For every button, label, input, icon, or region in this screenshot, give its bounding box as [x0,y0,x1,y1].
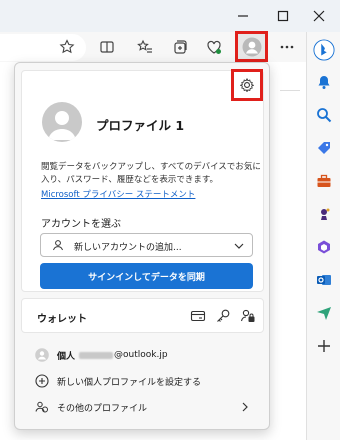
split-screen-button[interactable] [96,36,118,58]
redacted-email-prefix [79,351,114,359]
sidebar-search-button[interactable] [314,105,334,125]
sync-description: 閲覧データをバックアップし、すべてのデバイスでお気に入り、パスワード、履歴などを… [41,162,261,185]
search-icon [317,108,332,123]
bing-copilot-icon [313,39,335,61]
browser-essentials-button[interactable] [203,36,225,58]
profile-card: プロファイル 1 閲覧データをバックアップし、すべてのデバイスでお気に入り、パス… [21,70,264,292]
microsoft365-icon [318,240,330,254]
sign-in-sync-button[interactable]: サインインしてデータを同期 [40,263,253,289]
profile-avatar [42,102,82,142]
personal-profile-row[interactable]: 個人 @outlook.jp [35,345,265,365]
sidebar-drop-button[interactable] [314,303,334,323]
sidebar-microsoft365-button[interactable] [314,237,334,257]
collections-button[interactable] [169,36,191,58]
chevron-right-icon [242,402,248,412]
favorite-star-button[interactable] [56,36,78,58]
email-suffix: @outlook.jp [114,350,168,360]
profile-button[interactable] [235,31,268,62]
paper-plane-icon [317,307,331,320]
other-profiles-label: その他のプロファイル [57,403,148,414]
key-icon[interactable] [215,308,231,324]
split-screen-icon [100,41,114,53]
add-profile-label: 新しい個人プロファイルを設定する [57,377,202,388]
heart-pulse-icon [207,40,221,54]
plus-icon [318,340,330,352]
more-dots-icon [280,45,294,49]
person-avatar-icon [48,111,76,140]
gear-icon [240,78,254,92]
outlook-icon [317,275,331,285]
account-select-value: 新しいアカウントの追加... [74,243,182,253]
favorites-icon [137,39,152,53]
profile-name: プロファイル 1 [96,118,185,133]
profile-flyout: プロファイル 1 閲覧データをバックアップし、すべてのデバイスでお気に入り、パス… [14,62,270,430]
minimize-button[interactable] [228,4,258,28]
wallet-card: ウォレット [21,298,264,333]
sidebar-notifications-button[interactable] [314,72,334,92]
privacy-statement-link[interactable]: Microsoft プライバシー ステートメント [41,188,195,200]
title-bar [0,0,340,32]
profile-type-label: 個人 [57,351,76,362]
sidebar-add-button[interactable] [314,336,334,356]
collections-icon [174,40,187,54]
star-add-icon [59,39,75,54]
person-icon [53,240,63,251]
account-avatar-icon [35,348,49,362]
wallet-label: ウォレット [37,314,87,325]
add-circle-icon [35,374,49,388]
edge-sidebar [306,32,340,440]
more-options-button[interactable] [276,36,298,58]
divider [280,90,300,91]
other-profiles-row[interactable]: その他のプロファイル [35,397,265,417]
account-select[interactable]: 新しいアカウントの追加... [40,233,253,257]
sidebar-tools-button[interactable] [314,171,334,191]
maximize-button[interactable] [268,4,298,28]
credit-card-icon[interactable] [190,308,206,324]
bing-chat-button[interactable] [312,38,336,62]
personal-info-icon[interactable] [240,308,256,324]
add-profile-row[interactable]: 新しい個人プロファイルを設定する [35,371,265,391]
maximize-icon [277,10,289,22]
shopping-tag-icon [318,142,330,154]
close-button[interactable] [304,4,334,28]
minimize-icon [238,15,248,17]
chess-piece-icon [321,208,330,220]
close-icon [313,10,325,22]
favorites-button[interactable] [134,36,156,58]
bell-icon [318,76,330,89]
profile-avatar-icon [242,37,261,56]
people-icon [35,400,49,414]
sidebar-shopping-button[interactable] [314,138,334,158]
choose-account-label: アカウントを選ぶ [41,219,121,230]
chevron-down-icon [234,243,244,249]
profile-settings-button[interactable] [231,69,263,101]
toolbox-icon [317,174,331,187]
sidebar-outlook-button[interactable] [314,270,334,290]
sidebar-games-button[interactable] [314,204,334,224]
